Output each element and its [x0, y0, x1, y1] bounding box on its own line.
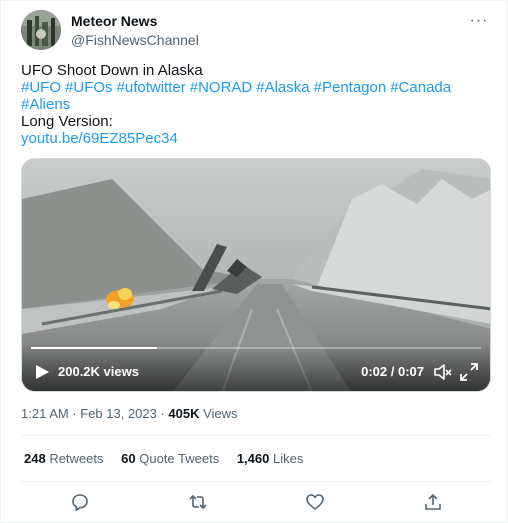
more-dots-icon[interactable]: ···	[467, 12, 491, 32]
video-player[interactable]: 200.2K views 0:02 / 0:07	[21, 158, 491, 392]
fullscreen-icon[interactable]	[460, 363, 478, 381]
hashtag-link[interactable]: #Pentagon	[314, 79, 387, 96]
divider	[21, 481, 491, 482]
author-names: Meteor News @FishNewsChannel	[71, 12, 199, 49]
quotes-count: 60	[121, 451, 136, 466]
tweet-actions	[21, 488, 491, 516]
long-version-label: Long Version:	[21, 113, 113, 130]
retweets-stat[interactable]: 248 Retweets	[24, 451, 104, 467]
tweet-meta: 1:21 AM · Feb 13, 2023 · 405K Views	[21, 406, 238, 422]
hashtag-link[interactable]: #UFO	[21, 79, 61, 96]
retweet-icon[interactable]	[188, 492, 208, 512]
hashtag-line-1: #UFO #UFOs #ufotwitter #NORAD #Alaska #Pentag…	[21, 79, 491, 96]
like-icon[interactable]	[305, 492, 325, 512]
hashtag-link[interactable]: #Aliens	[21, 96, 70, 113]
video-view-count: 200.2K views	[58, 364, 139, 379]
tweet-title-line: UFO Shoot Down in Alaska	[21, 62, 203, 79]
divider	[21, 435, 491, 436]
play-icon[interactable]	[34, 364, 50, 380]
hashtag-link[interactable]: #Canada	[390, 79, 451, 96]
video-time: 0:02 / 0:07	[361, 364, 424, 379]
hashtag-link[interactable]: #ufotwitter	[117, 79, 186, 96]
video-progress-fill	[31, 347, 157, 349]
author-handle[interactable]: @FishNewsChannel	[71, 31, 199, 49]
likes-stat[interactable]: 1,460 Likes	[237, 451, 304, 467]
quote-tweets-stat[interactable]: 60 Quote Tweets	[121, 451, 219, 467]
likes-count: 1,460	[236, 451, 270, 466]
reply-icon[interactable]	[70, 492, 90, 512]
hashtag-link[interactable]: #NORAD	[190, 79, 253, 96]
hashtag-link[interactable]: #Alaska	[256, 79, 309, 96]
likes-label: Likes	[269, 451, 304, 466]
hashtag-link[interactable]: #UFOs	[65, 79, 113, 96]
video-progress-bar[interactable]	[31, 347, 481, 349]
views-label: Views	[199, 406, 238, 421]
tweet-text: UFO Shoot Down in Alaska #UFO #UFOs #ufotw…	[21, 62, 491, 147]
avatar[interactable]	[21, 10, 61, 50]
share-icon[interactable]	[423, 492, 443, 512]
views-count: 405K	[168, 406, 200, 421]
tweet-timestamp[interactable]: 1:21 AM · Feb 13, 2023 ·	[21, 406, 168, 421]
youtube-link[interactable]: youtu.be/69EZ85Pec34	[21, 130, 491, 147]
mute-icon[interactable]	[434, 363, 452, 381]
retweets-count: 248	[24, 451, 46, 466]
avatar-photo-icon	[21, 10, 61, 50]
quotes-label: Quote Tweets	[135, 451, 220, 466]
tweet-stats: 248 Retweets 60 Quote Tweets 1,460 Likes	[24, 451, 317, 467]
hashtag-line-2: #Aliens	[21, 96, 491, 113]
tweet-header: Meteor News @FishNewsChannel ···	[21, 10, 491, 54]
author-display-name[interactable]: Meteor News	[71, 12, 199, 30]
tweet-card: Meteor News @FishNewsChannel ··· UFO Sho…	[0, 0, 508, 523]
retweets-label: Retweets	[45, 451, 104, 466]
